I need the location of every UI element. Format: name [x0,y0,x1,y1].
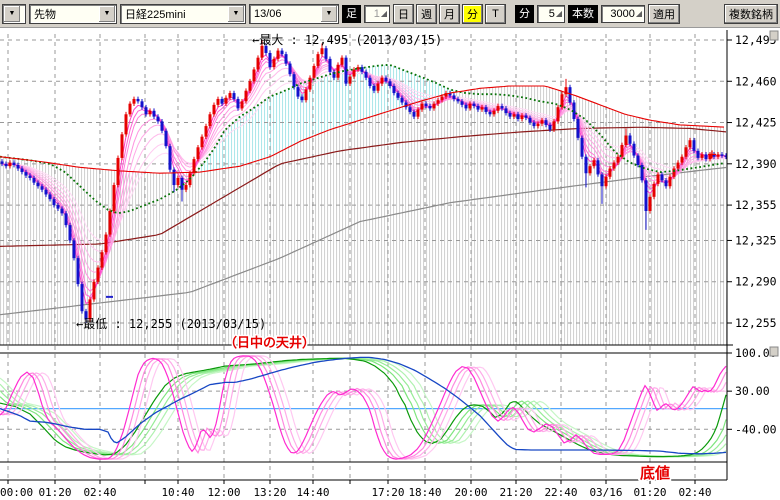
oscillator-green-ribbon [0,358,726,456]
pane-grip-icon [770,347,778,356]
bar-count-value: 3000 [610,8,634,20]
price-axis-labels: 12,49512,46012,42512,39012,35512,32512,2… [727,33,777,436]
max-price-annotation: ←最大 : 12,495 (2013/03/15) [252,33,442,47]
svg-text:03/16: 03/16 [589,486,622,499]
apply-button[interactable]: 適用 [648,4,680,24]
spinner-grip-icon[interactable]: ◢ [556,10,562,18]
pane-grip-icon [770,31,778,40]
svg-text:01:20: 01:20 [633,486,666,499]
trading-chart-window: ▼ 先物 ▼ 日経225mini ▼ 13/06 ▼ 足 1 ◢ 日週月分T 分… [0,0,780,500]
category-dropdown[interactable]: 先物 ▼ [29,4,117,24]
bar-count-stepper[interactable]: 3000 ◢ [601,5,645,23]
svg-text:17:20: 17:20 [371,486,404,499]
svg-text:02:40: 02:40 [678,486,711,499]
period-button-0[interactable]: 日 [393,4,414,24]
category-value: 先物 [30,6,98,22]
symbol-value: 日経225mini [121,6,227,22]
svg-text:12:00: 12:00 [207,486,240,499]
chevron-down-icon[interactable]: ▼ [99,6,115,22]
svg-text:22:40: 22:40 [544,486,577,499]
period-button-3[interactable]: 分 [462,4,483,24]
svg-text:10:40: 10:40 [161,486,194,499]
period-button-1[interactable]: 週 [416,4,437,24]
bottom-price-annotation: 底値 [640,464,670,482]
minute-value: 5 [549,8,555,20]
minute-label: 分 [515,5,534,23]
svg-text:30.00: 30.00 [735,384,770,398]
oscillator-magenta-ribbon [0,356,726,460]
bar-count-label: 本数 [568,5,598,23]
bar-interval-value: 1 [374,8,380,20]
contract-month-dropdown[interactable]: 13/06 ▼ [249,4,339,24]
svg-text:12,290: 12,290 [735,275,777,289]
chevron-down-icon[interactable]: ▼ [321,6,337,22]
chart-canvas: 12,49512,46012,42512,39012,35512,32512,2… [0,28,780,500]
period-button-group: 日週月分T [393,4,506,24]
bar-interval-stepper[interactable]: 1 ◢ [364,5,390,23]
svg-text:12,390: 12,390 [735,157,777,171]
svg-text:12,460: 12,460 [735,74,777,88]
chart-toolbar: ▼ 先物 ▼ 日経225mini ▼ 13/06 ▼ 足 1 ◢ 日週月分T 分… [0,0,780,28]
minute-stepper[interactable]: 5 ◢ [537,5,565,23]
svg-text:12,355: 12,355 [735,198,777,212]
chevron-down-icon[interactable]: ▼ [228,6,244,22]
svg-text:12,255: 12,255 [735,316,777,330]
svg-text:21:20: 21:20 [499,486,532,499]
ceiling-annotation: （日中の天井） [224,335,315,351]
spinner-grip-icon[interactable]: ◢ [381,10,387,18]
spinner-grip-icon[interactable]: ◢ [636,10,642,18]
svg-text:12,425: 12,425 [735,116,777,130]
multi-symbol-button[interactable]: 複数銘柄 [724,4,778,24]
svg-text:18:40: 18:40 [408,486,441,499]
symbol-dropdown[interactable]: 日経225mini ▼ [120,4,246,24]
order-marker-dash [106,296,113,298]
oscillator-blue-line [0,357,726,453]
svg-text:13:20: 13:20 [253,486,286,499]
bar-type-label: 足 [342,5,361,23]
chevron-down-icon[interactable]: ▼ [4,6,20,22]
svg-text:-40.00: -40.00 [735,422,777,436]
svg-text:20:00: 20:00 [454,486,487,499]
svg-text:12,325: 12,325 [735,233,777,247]
period-button-2[interactable]: 月 [439,4,460,24]
time-axis-labels: 00:00 01:20 02:40 10:40 12:00 13:20 14:40 17:20… [0,480,712,499]
svg-text:02:40: 02:40 [83,486,116,499]
period-button-4[interactable]: T [485,4,506,24]
chart-area[interactable]: 12,49512,46012,42512,39012,35512,32512,2… [0,28,780,500]
contract-value: 13/06 [250,8,320,20]
svg-text:00:00: 00:00 [0,486,33,499]
svg-text:14:40: 14:40 [296,486,329,499]
window-select-dropdown[interactable]: ▼ [2,4,26,24]
svg-text:01:20: 01:20 [38,486,71,499]
min-price-annotation: ←最低 : 12,255 (2013/03/15) [76,317,266,331]
